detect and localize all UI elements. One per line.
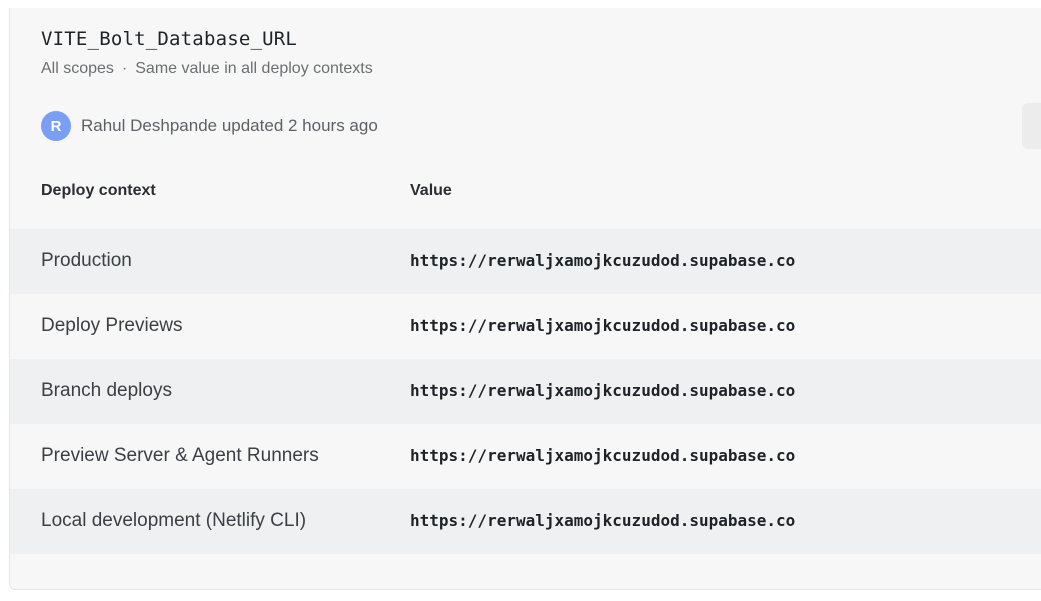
contexts-note: Same value in all deploy contexts — [135, 60, 373, 77]
options-button[interactable] — [1022, 103, 1041, 149]
table-row: Branch deploys https://rerwaljxamojkcuzu… — [10, 359, 1041, 424]
context-value[interactable]: https://rerwaljxamojkcuzudod.supabase.co — [410, 251, 795, 270]
header-value: Value — [410, 182, 452, 199]
table-row: Preview Server & Agent Runners https://r… — [10, 424, 1041, 489]
table-row: Local development (Netlify CLI) https://… — [10, 489, 1041, 554]
scopes-label: All scopes — [41, 60, 114, 77]
context-name: Local development (Netlify CLI) — [41, 510, 307, 531]
updated-text: Rahul Deshpande updated 2 hours ago — [81, 116, 378, 135]
context-value[interactable]: https://rerwaljxamojkcuzudod.supabase.co — [410, 511, 795, 530]
last-updated: R Rahul Deshpande updated 2 hours ago — [41, 111, 378, 141]
context-name: Deploy Previews — [41, 315, 183, 336]
header-deploy-context: Deploy context — [41, 182, 156, 199]
context-value[interactable]: https://rerwaljxamojkcuzudod.supabase.co — [410, 446, 795, 465]
context-value[interactable]: https://rerwaljxamojkcuzudod.supabase.co — [410, 316, 795, 335]
context-name: Branch deploys — [41, 380, 172, 401]
variable-meta: All scopes · Same value in all deploy cont… — [41, 60, 373, 78]
meta-separator: · — [121, 60, 128, 77]
env-variable-card: VITE_Bolt_Database_URL All scopes · Same v… — [9, 8, 1041, 590]
avatar: R — [41, 111, 71, 141]
context-name: Production — [41, 250, 132, 271]
table-header: Deploy context Value — [10, 173, 1041, 213]
variable-name: VITE_Bolt_Database_URL — [41, 28, 298, 50]
context-name: Preview Server & Agent Runners — [41, 445, 319, 466]
table-row: Deploy Previews https://rerwaljxamojkcuz… — [10, 294, 1041, 359]
context-table: Production https://rerwaljxamojkcuzudod.… — [10, 229, 1041, 554]
context-value[interactable]: https://rerwaljxamojkcuzudod.supabase.co — [410, 381, 795, 400]
table-row: Production https://rerwaljxamojkcuzudod.… — [10, 229, 1041, 294]
